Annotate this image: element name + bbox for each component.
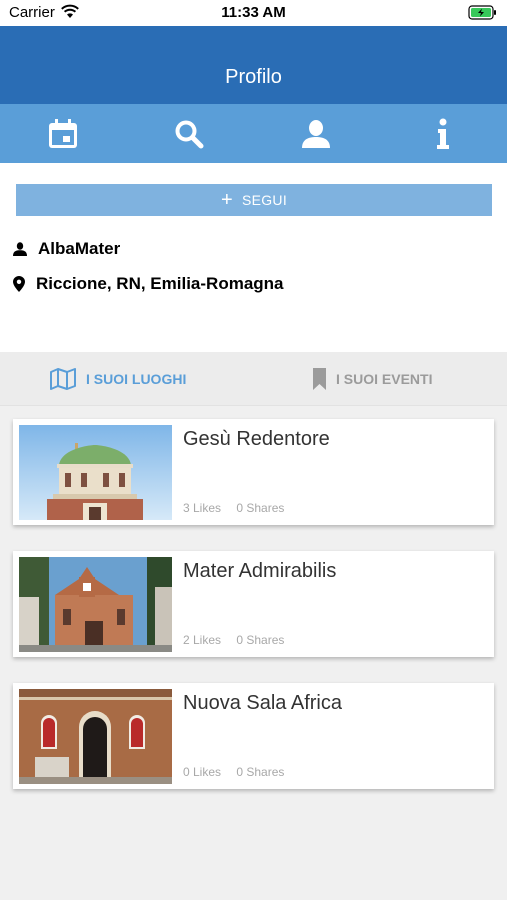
tab-info[interactable]: [380, 104, 506, 163]
tab-calendar[interactable]: [0, 104, 126, 163]
user-icon: [13, 242, 27, 256]
plus-icon: +: [220, 189, 233, 211]
places-label: I SUOI LUOGHI: [86, 371, 187, 387]
place-name: Mater Admirabilis: [183, 560, 337, 582]
likes-count: 2 Likes: [183, 633, 222, 647]
events-label: I SUOI EVENTI: [336, 371, 433, 387]
clock: 11:33 AM: [221, 4, 286, 21]
place-card[interactable]: Nuova Sala Africa 0 Likes 0 Shares: [13, 683, 494, 789]
info-icon: [437, 118, 449, 149]
map-icon: [50, 368, 76, 390]
user-icon: [302, 119, 330, 148]
place-card[interactable]: Mater Admirabilis 2 Likes 0 Shares: [13, 551, 494, 657]
search-icon: [175, 120, 204, 148]
follow-label: SEGUI: [241, 192, 288, 208]
tab-bar: [0, 104, 507, 163]
username: AlbaMater: [38, 239, 121, 258]
shares-count: 0 Shares: [236, 501, 285, 515]
tab-search[interactable]: [126, 104, 252, 163]
place-thumbnail: [19, 425, 172, 520]
follow-button[interactable]: + SEGUI: [16, 184, 492, 216]
shares-count: 0 Shares: [236, 765, 285, 779]
page-title: Profilo: [225, 66, 282, 88]
place-card[interactable]: Gesù Redentore 3 Likes 0 Shares: [13, 419, 494, 525]
place-stats: 3 Likes 0 Shares: [183, 501, 296, 515]
location: Riccione, RN, Emilia-Romagna: [36, 274, 284, 293]
location-row: Riccione, RN, Emilia-Romagna: [13, 274, 284, 294]
bookmark-icon: [313, 368, 326, 390]
place-thumbnail: [19, 689, 172, 784]
calendar-icon: [49, 118, 77, 148]
profile-section: + SEGUI AlbaMater Riccione, RN, Emilia-R…: [0, 163, 507, 352]
likes-count: 0 Likes: [183, 765, 222, 779]
username-row: AlbaMater: [13, 239, 120, 259]
status-bar: Carrier 11:33 AM: [0, 0, 507, 26]
battery-icon: [468, 5, 496, 20]
place-name: Gesù Redentore: [183, 428, 330, 450]
navigation-bar: Profilo: [0, 26, 507, 104]
place-stats: 2 Likes 0 Shares: [183, 633, 296, 647]
place-thumbnail: [19, 557, 172, 652]
segmented-control: I SUOI LUOGHI I SUOI EVENTI: [0, 352, 507, 406]
tab-places[interactable]: I SUOI LUOGHI: [50, 352, 186, 406]
likes-count: 3 Likes: [183, 501, 222, 515]
tab-events[interactable]: I SUOI EVENTI: [313, 352, 432, 406]
map-pin-icon: [13, 276, 25, 292]
place-name: Nuova Sala Africa: [183, 692, 342, 714]
place-stats: 0 Likes 0 Shares: [183, 765, 296, 779]
tab-profile[interactable]: [253, 104, 379, 163]
shares-count: 0 Shares: [236, 633, 285, 647]
